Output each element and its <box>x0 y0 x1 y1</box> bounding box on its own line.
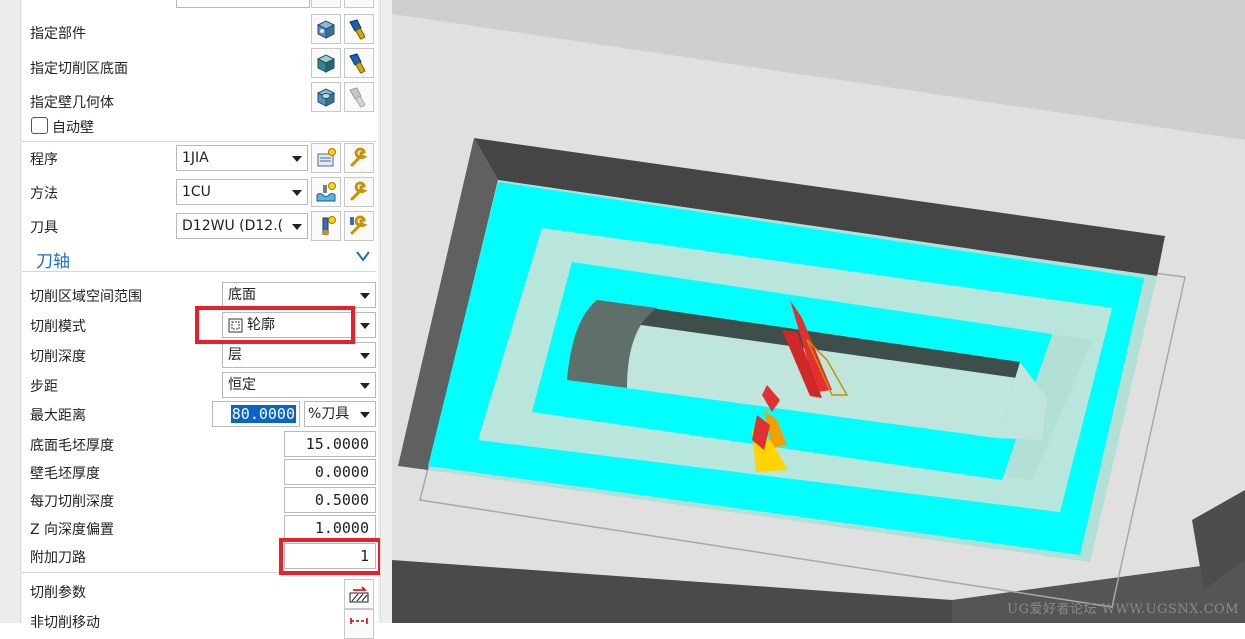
part-cube-icon <box>316 20 336 39</box>
method-value: 1CU <box>182 184 211 200</box>
select-floor-button[interactable] <box>311 48 341 78</box>
method-label: 方法 <box>30 186 58 202</box>
max-distance-label: 最大距离 <box>30 408 86 424</box>
wall-stock-input[interactable]: 0.0000 <box>284 459 376 485</box>
cut-region-label: 切削区域空间范围 <box>30 289 142 305</box>
graphics-viewport[interactable]: UG爱好者论坛 WWW.UGSNX.COM <box>392 0 1245 623</box>
specify-floor-label: 指定切削区底面 <box>30 61 128 77</box>
edit-method-button[interactable] <box>344 177 374 207</box>
clipped-input[interactable] <box>176 0 310 8</box>
method-select[interactable]: 1CU <box>176 179 308 205</box>
chevron-down-icon <box>292 156 302 162</box>
program-select[interactable]: 1JIA <box>176 145 308 171</box>
max-distance-unit: %刀具 <box>308 406 350 422</box>
divider <box>22 141 376 142</box>
specify-part-label: 指定部件 <box>30 26 86 42</box>
specify-wall-label: 指定壁几何体 <box>30 95 114 111</box>
wrench-tool-icon <box>350 215 368 235</box>
wrench-icon <box>350 147 368 167</box>
clipped-button-2[interactable] <box>344 0 374 8</box>
max-distance-input[interactable]: 80.0000 <box>212 401 300 427</box>
new-program-icon <box>317 148 336 167</box>
new-method-icon <box>316 182 336 202</box>
new-program-button[interactable] <box>311 143 341 173</box>
flashlight-disabled-icon <box>349 87 366 108</box>
wrench-icon <box>350 181 368 201</box>
cut-region-select[interactable]: 底面 <box>222 282 376 308</box>
new-method-button[interactable] <box>311 177 341 207</box>
flashlight-icon <box>349 53 366 74</box>
auto-wall-label: 自动壁 <box>52 120 94 136</box>
stepover-label: 步距 <box>30 379 58 395</box>
chevron-down-icon <box>360 412 370 418</box>
chevron-down-icon <box>360 293 370 299</box>
program-label: 程序 <box>30 152 58 168</box>
edit-program-button[interactable] <box>344 143 374 173</box>
non-cutting-button[interactable] <box>344 609 374 639</box>
non-cutting-moves-icon <box>350 618 368 624</box>
cut-depth-select[interactable]: 层 <box>222 342 376 368</box>
max-distance-value: 80.0000 <box>230 405 296 423</box>
cut-depth-label: 切削深度 <box>30 349 86 365</box>
tool-axis-section-title[interactable]: 刀轴 <box>36 247 70 272</box>
tool-select[interactable]: D12WU (D12.( <box>176 213 308 239</box>
cut-depth-value: 层 <box>228 347 242 363</box>
chevron-down-icon <box>360 353 370 359</box>
cutting-params-icon <box>349 586 369 603</box>
operation-dialog: 指定部件 指定切削区底面 指定壁几何体 自动壁 程序 1JIA 方法 1CU 刀… <box>0 0 393 639</box>
program-value: 1JIA <box>182 150 209 166</box>
cut-region-value: 底面 <box>228 287 256 303</box>
chevron-down-icon[interactable] <box>356 250 370 262</box>
dialog-content: 指定部件 指定切削区底面 指定壁几何体 自动壁 程序 1JIA 方法 1CU 刀… <box>22 0 382 639</box>
tool-label: 刀具 <box>30 220 58 236</box>
part-model[interactable] <box>392 0 1245 623</box>
stepover-select[interactable]: 恒定 <box>222 372 376 398</box>
cut-mode-label: 切削模式 <box>30 319 86 335</box>
cutting-params-label: 切削参数 <box>30 585 86 601</box>
display-floor-button[interactable] <box>344 48 374 78</box>
max-distance-unit-select[interactable]: %刀具 <box>304 401 376 427</box>
wall-geometry-icon <box>316 88 336 107</box>
tool-value: D12WU (D12.( <box>182 218 284 234</box>
cutting-params-button[interactable] <box>344 579 374 609</box>
floor-stock-label: 底面毛坯厚度 <box>30 438 114 454</box>
depth-per-cut-input[interactable]: 0.5000 <box>284 487 376 513</box>
z-offset-label: Z 向深度偏置 <box>30 522 115 538</box>
edit-tool-button[interactable] <box>344 211 374 241</box>
clipped-button-1[interactable] <box>311 0 341 8</box>
additional-passes-label: 附加刀路 <box>30 550 86 566</box>
chevron-down-icon <box>292 190 302 196</box>
select-part-button[interactable] <box>311 14 341 44</box>
new-tool-icon <box>322 216 336 235</box>
chevron-down-icon <box>360 383 370 389</box>
cut-mode-highlight <box>195 306 355 344</box>
auto-wall-checkbox[interactable] <box>31 117 48 134</box>
depth-per-cut-label: 每刀切削深度 <box>30 494 114 510</box>
floor-cube-icon <box>316 54 336 73</box>
watermark-text: UG爱好者论坛 WWW.UGSNX.COM <box>1007 602 1239 617</box>
wall-stock-label: 壁毛坯厚度 <box>30 466 100 482</box>
display-wall-button[interactable] <box>344 82 374 112</box>
divider <box>22 271 376 272</box>
stepover-value: 恒定 <box>228 377 256 393</box>
additional-passes-highlight <box>279 538 382 575</box>
non-cutting-label: 非切削移动 <box>30 615 100 631</box>
new-tool-button[interactable] <box>311 211 341 241</box>
select-wall-button[interactable] <box>311 82 341 112</box>
floor-stock-input[interactable]: 15.0000 <box>284 431 376 457</box>
panel-border-strip <box>0 0 21 623</box>
display-part-button[interactable] <box>344 14 374 44</box>
chevron-down-icon <box>292 224 302 230</box>
chevron-down-icon <box>360 323 370 329</box>
flashlight-icon <box>349 19 366 40</box>
